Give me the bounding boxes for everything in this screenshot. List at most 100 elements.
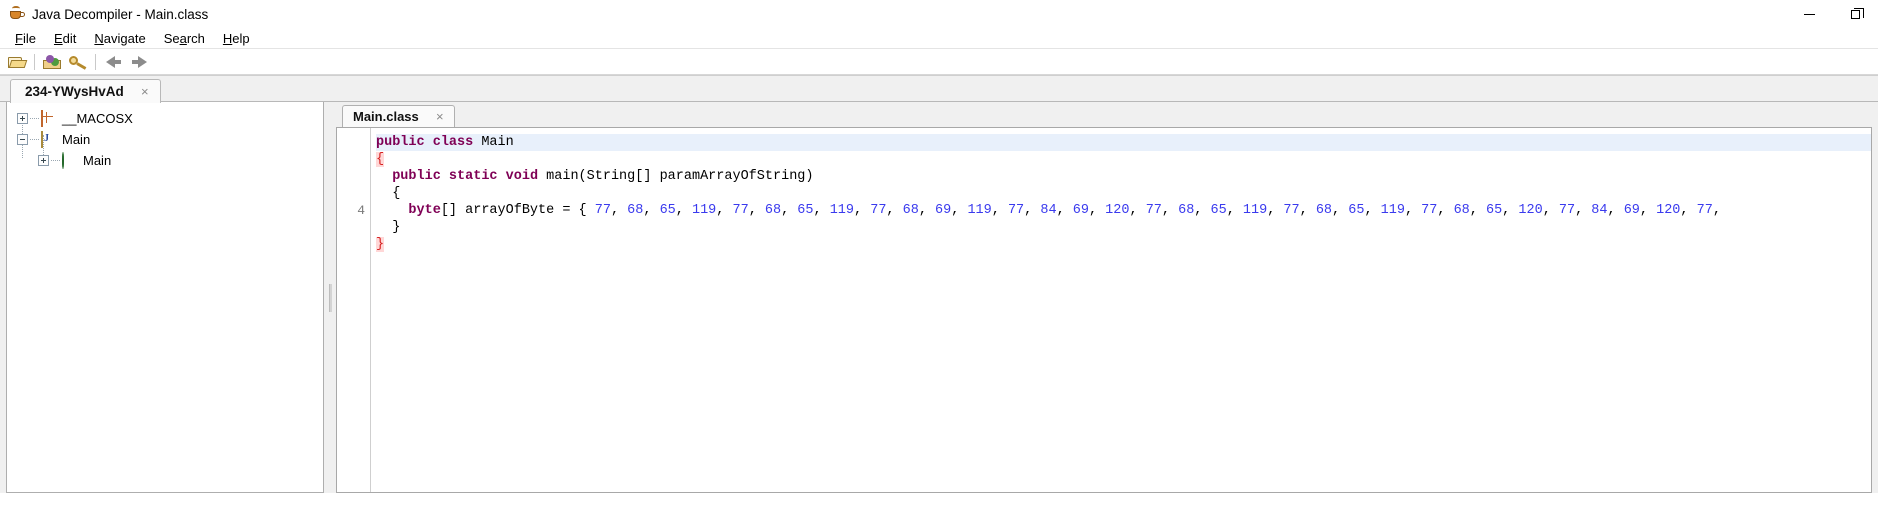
line-number (337, 219, 365, 236)
code-line: public class Main (376, 134, 1871, 151)
code-token: 65 (797, 203, 814, 218)
menu-edit-label: dit (62, 30, 77, 46)
code-token: } (376, 220, 401, 235)
code-line: } (376, 236, 1871, 253)
collapse-toggle-icon[interactable] (17, 134, 28, 145)
project-tree: __MACOSX Main Main (7, 102, 323, 171)
code-token: byte (408, 203, 441, 218)
line-number (337, 185, 365, 202)
code-token: , (1607, 203, 1624, 218)
code-token: , (675, 203, 692, 218)
navigate-forward-button[interactable] (126, 51, 152, 73)
tree-node-main-class[interactable]: Main (17, 150, 323, 171)
menu-help-label: elp (232, 30, 250, 46)
line-number (337, 168, 365, 185)
code-token: 119 (1380, 203, 1405, 218)
code-token: 65 (1485, 203, 1503, 218)
code-token: 69 (935, 203, 952, 218)
code-token: 68 (764, 203, 782, 218)
line-number (337, 236, 365, 253)
code-token: , (1542, 203, 1559, 218)
panel-splitter[interactable] (324, 102, 336, 493)
code-token: 77 (594, 203, 611, 218)
tree-node-main-file[interactable]: Main (17, 129, 323, 150)
code-token: , (1267, 203, 1284, 218)
code-token: , (1680, 203, 1697, 218)
package-grid-icon (41, 109, 57, 127)
line-number-gutter: 4 (337, 128, 371, 492)
code-token: public (376, 135, 425, 150)
code-token: 120 (1656, 203, 1681, 218)
code-token: , (1404, 203, 1422, 218)
project-tab-label: 234-YWysHvAd (25, 84, 124, 99)
code-token: [] arrayOfByte = { (440, 203, 595, 218)
code-token: , (1469, 203, 1486, 218)
project-tab-active[interactable]: 234-YWysHvAd × (10, 79, 161, 103)
navigate-back-button[interactable] (100, 51, 126, 73)
editor-tab-active[interactable]: Main.class × (342, 105, 455, 127)
code-area[interactable]: 4 public class Main { public static void … (336, 127, 1872, 493)
code-token: Main (473, 135, 514, 150)
restore-icon (1850, 7, 1864, 19)
code-token: 120 (1105, 203, 1130, 218)
editor-panel: Main.class × 4 public class Main { public… (336, 102, 1872, 493)
menu-edit[interactable]: Edit (45, 30, 85, 47)
editor-tab-strip: Main.class × (336, 102, 1872, 127)
code-token: class (432, 135, 474, 150)
code-token: , (1364, 203, 1381, 218)
tree-node-label: __MACOSX (62, 111, 133, 126)
arrow-left-icon (105, 55, 121, 68)
minimize-button[interactable] (1786, 0, 1832, 28)
code-line: } (376, 219, 1871, 236)
expand-toggle-icon[interactable] (38, 155, 49, 166)
expand-toggle-icon[interactable] (17, 113, 28, 124)
editor-tab-close-icon[interactable]: × (433, 109, 447, 124)
editor-tab-label: Main.class (353, 109, 419, 124)
code-token: , (1129, 203, 1146, 218)
code-line: byte[] arrayOfByte = { 77, 68, 65, 119, … (376, 202, 1871, 219)
line-number: 4 (357, 203, 365, 218)
menu-search[interactable]: Search (155, 30, 214, 47)
code-token: , (1299, 203, 1316, 218)
code-token: 68 (1178, 203, 1195, 218)
menu-file[interactable]: File (6, 30, 45, 47)
title-bar: Java Decompiler - Main.class (0, 0, 1878, 28)
code-token: 68 (1453, 203, 1470, 218)
code-line: public static void main(String[] paramAr… (376, 168, 1871, 185)
source-code[interactable]: public class Main { public static void ma… (371, 128, 1871, 492)
code-token: 69 (1072, 203, 1089, 218)
code-token: , (1639, 203, 1657, 218)
tree-node-macosx[interactable]: __MACOSX (17, 108, 323, 129)
search-button[interactable] (65, 51, 91, 73)
code-token: , (1226, 203, 1243, 218)
arrow-right-icon (131, 55, 147, 68)
toolbar-separator (95, 53, 96, 70)
code-token: } (376, 237, 385, 252)
menu-help[interactable]: Help (214, 30, 259, 47)
code-token: 119 (1242, 203, 1268, 218)
window-controls (1786, 0, 1878, 28)
code-token: , (716, 203, 733, 218)
code-token: , (991, 203, 1008, 218)
menu-navigate[interactable]: Navigate (85, 30, 154, 47)
code-token: 120 (1518, 203, 1543, 218)
tree-connector (51, 160, 60, 161)
java-file-icon (41, 130, 57, 148)
code-token: 77 (870, 203, 887, 218)
code-token: , (1437, 203, 1454, 218)
tree-connector (30, 139, 39, 140)
code-token: , (1056, 203, 1073, 218)
code-token: 77 (1007, 203, 1025, 218)
open-file-button[interactable] (4, 51, 30, 73)
code-token: , (1161, 203, 1179, 218)
code-token: , (781, 203, 798, 218)
restore-button[interactable] (1832, 0, 1878, 28)
project-tab-close-icon[interactable]: × (138, 84, 152, 99)
open-type-button[interactable] (39, 51, 65, 73)
code-line: { (376, 185, 1871, 202)
